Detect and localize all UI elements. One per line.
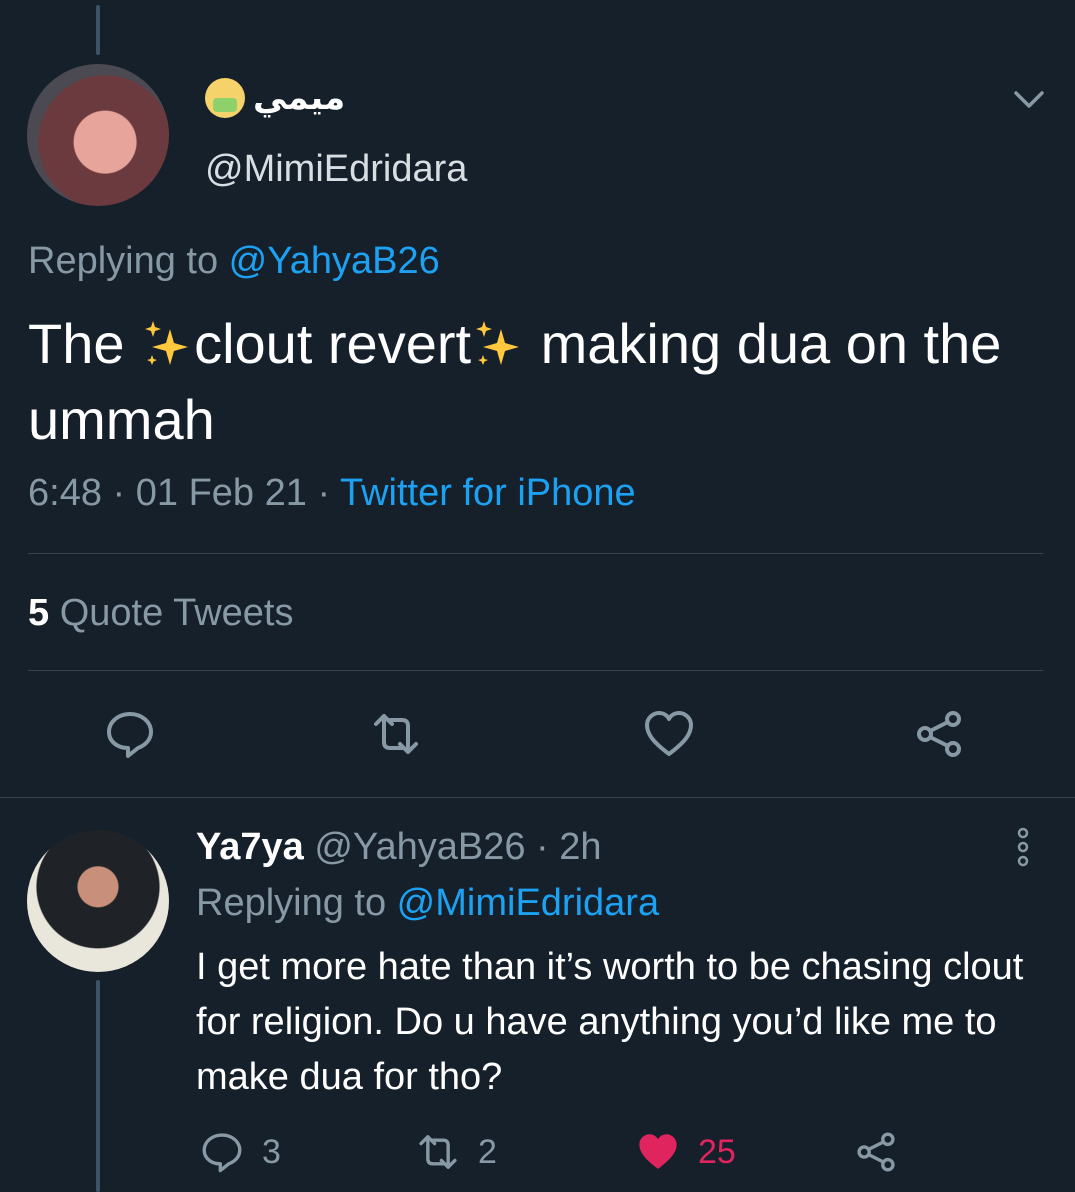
divider — [28, 553, 1043, 554]
sparkles-icon — [145, 321, 189, 365]
thread-line — [96, 980, 100, 1192]
user-handle[interactable]: @YahyaB26 — [314, 826, 525, 868]
meta-separator: · — [525, 826, 560, 868]
sparkles-icon — [476, 321, 520, 365]
quote-label: Quote Tweets — [59, 592, 294, 634]
tweet-text-part: clout revert — [194, 312, 472, 375]
share-button[interactable] — [854, 1130, 898, 1174]
divider — [28, 670, 1043, 671]
reply-button[interactable]: 3 — [200, 1130, 281, 1174]
reply-icon — [202, 1133, 242, 1173]
avatar[interactable] — [27, 830, 169, 972]
share-icon — [857, 1132, 895, 1172]
retweet-icon — [419, 1135, 457, 1169]
avatar[interactable] — [27, 64, 169, 206]
fairy-emoji-icon — [205, 78, 245, 118]
heart-icon[interactable] — [643, 708, 695, 760]
like-count: 25 — [698, 1132, 736, 1171]
quote-tweets-stat[interactable]: 5 Quote Tweets — [28, 592, 293, 635]
tweet-age: 2h — [559, 826, 602, 868]
user-handle[interactable]: @MimiEdridara — [205, 148, 467, 191]
tweet-source[interactable]: Twitter for iPhone — [340, 472, 636, 514]
meta-separator: · — [306, 472, 340, 514]
replying-label: Replying to — [196, 882, 397, 924]
retweet-count: 2 — [478, 1132, 497, 1171]
replying-to: Replying to @MimiEdridara — [196, 882, 659, 925]
tweet-meta: 6:48 · 01 Feb 21 · Twitter for iPhone — [28, 472, 636, 515]
tweet-text: I get more hate than it’s worth to be ch… — [196, 946, 1024, 1098]
replying-to-link[interactable]: @YahyaB26 — [229, 240, 440, 282]
reply-icon[interactable] — [104, 708, 156, 760]
reply-header: Ya7ya @YahyaB26 · 2h — [196, 826, 602, 869]
quote-count: 5 — [28, 592, 50, 634]
share-icon[interactable] — [913, 708, 965, 760]
chevron-down-icon[interactable] — [1012, 88, 1046, 112]
retweet-icon[interactable] — [370, 708, 422, 760]
replying-to: Replying to @YahyaB26 — [28, 240, 440, 283]
tweet-text-part: The — [28, 312, 141, 375]
thread-line — [96, 5, 100, 55]
like-button[interactable]: 25 — [636, 1130, 736, 1174]
display-name[interactable]: Ya7ya — [196, 826, 304, 868]
tweet-date: 01 Feb 21 — [135, 472, 307, 514]
display-name-row[interactable]: ميمي — [205, 78, 345, 118]
replying-to-link[interactable]: @MimiEdridara — [397, 882, 659, 924]
retweet-button[interactable]: 2 — [416, 1130, 497, 1174]
more-icon[interactable] — [1010, 826, 1036, 868]
meta-separator: · — [101, 472, 136, 514]
tweet-time: 6:48 — [28, 472, 102, 514]
replying-label: Replying to — [28, 240, 229, 282]
heart-icon — [639, 1134, 677, 1169]
reply-count: 3 — [262, 1132, 281, 1171]
display-name: ميمي — [253, 79, 346, 117]
tweet-text: The clout revert making dua on the ummah — [28, 306, 1038, 458]
divider — [0, 797, 1075, 798]
